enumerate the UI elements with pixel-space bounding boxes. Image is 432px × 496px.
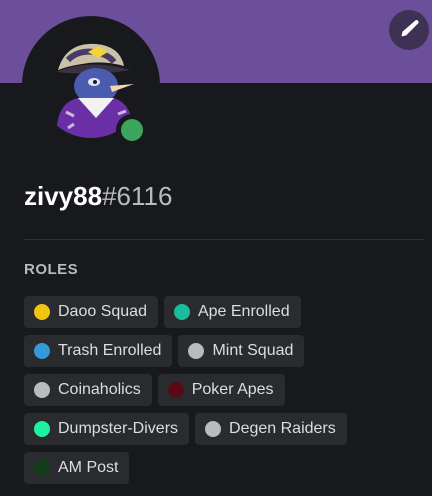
username-name: zivy88 bbox=[24, 181, 103, 211]
role-color-dot bbox=[173, 304, 190, 320]
role-chip[interactable]: Dumpster-Divers bbox=[24, 413, 190, 445]
role-chip[interactable]: Mint Squad bbox=[178, 335, 305, 367]
role-chip[interactable]: Degen Raiders bbox=[195, 413, 347, 445]
role-color-dot bbox=[34, 382, 50, 398]
status-indicator bbox=[116, 114, 148, 146]
roles-heading: ROLES bbox=[24, 261, 79, 278]
online-status-dot bbox=[121, 119, 143, 141]
role-color-dot bbox=[34, 304, 50, 320]
role-name: Dumpster-Divers bbox=[58, 420, 179, 437]
role-name: AM Post bbox=[58, 459, 119, 476]
role-color-dot bbox=[34, 421, 50, 437]
role-name: Mint Squad bbox=[212, 342, 294, 359]
role-color-dot bbox=[34, 460, 50, 476]
role-chip[interactable]: Trash Enrolled bbox=[24, 335, 173, 367]
role-color-dot bbox=[188, 343, 205, 359]
role-name: Poker Apes bbox=[191, 381, 274, 398]
pencil-icon bbox=[399, 18, 419, 43]
username: zivy88#6116 bbox=[24, 180, 172, 212]
role-chip[interactable]: Coinaholics bbox=[24, 374, 152, 406]
username-discriminator: #6116 bbox=[102, 181, 173, 211]
role-chip[interactable]: Daoo Squad bbox=[24, 296, 158, 328]
role-name: Daoo Squad bbox=[58, 303, 147, 320]
role-chip[interactable]: Ape Enrolled bbox=[163, 296, 301, 328]
role-name: Coinaholics bbox=[58, 381, 141, 398]
role-chip[interactable]: Poker Apes bbox=[157, 374, 285, 406]
divider bbox=[24, 239, 424, 240]
role-color-dot bbox=[34, 343, 50, 359]
role-name: Degen Raiders bbox=[229, 420, 336, 437]
role-chip[interactable]: AM Post bbox=[24, 452, 130, 484]
role-name: Trash Enrolled bbox=[58, 342, 162, 359]
roles-list: Daoo Squad Ape Enrolled Trash Enrolled M… bbox=[24, 296, 424, 484]
role-color-dot bbox=[167, 382, 184, 398]
role-color-dot bbox=[205, 421, 222, 437]
edit-profile-button[interactable] bbox=[389, 10, 429, 50]
role-name: Ape Enrolled bbox=[197, 303, 290, 320]
